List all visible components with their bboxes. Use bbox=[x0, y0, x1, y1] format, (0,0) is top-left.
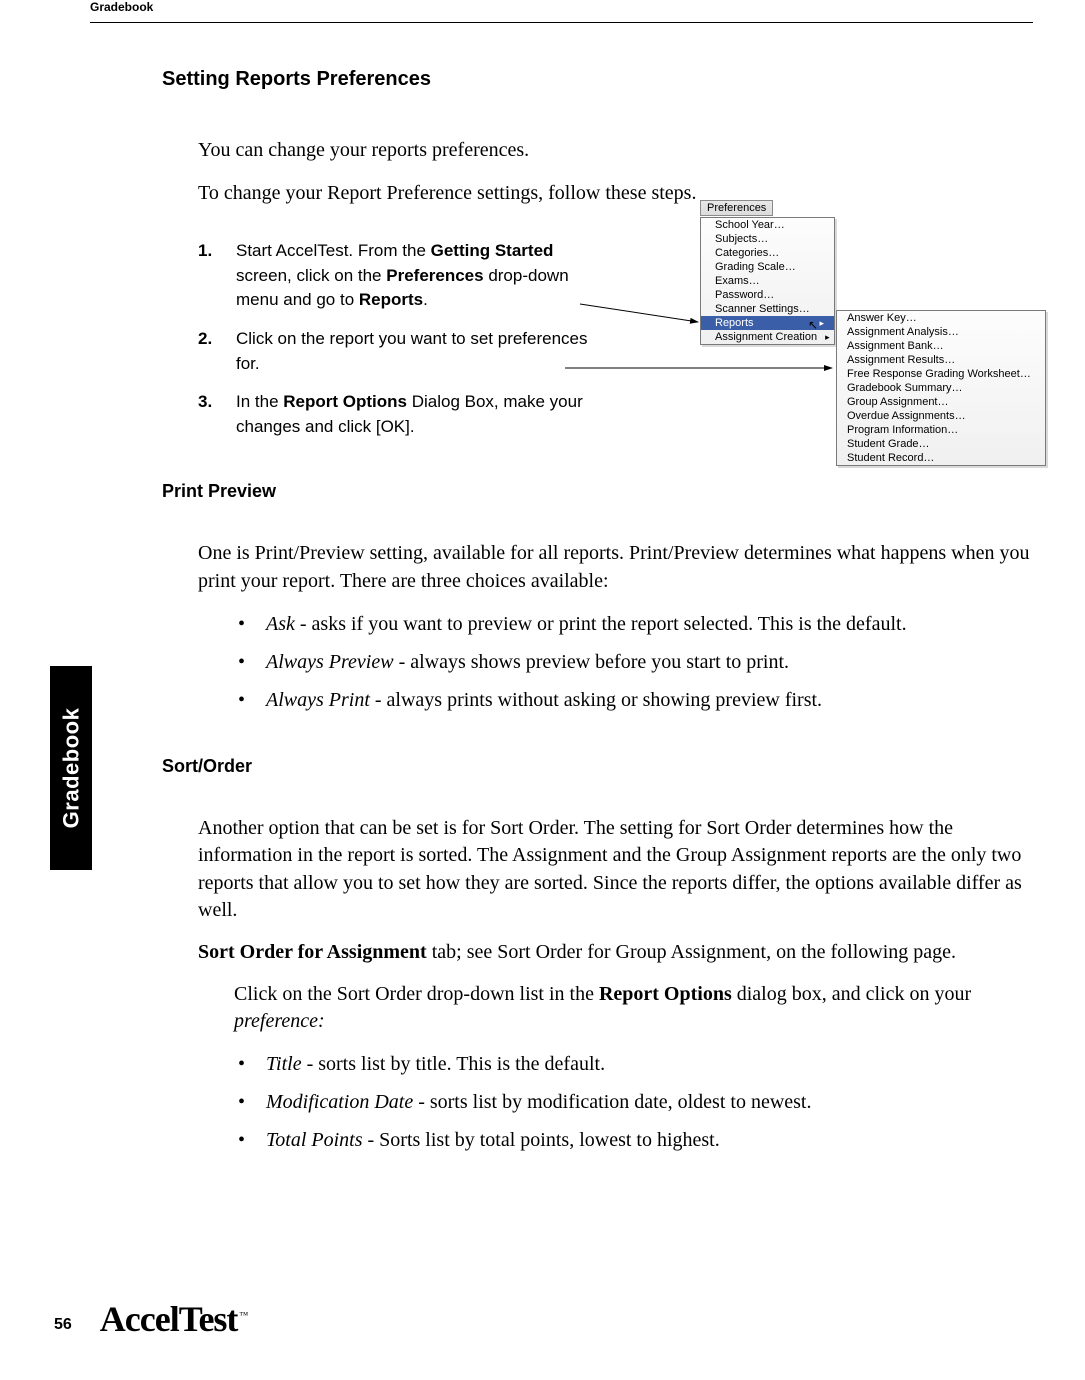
submenu-item: Student Grade… bbox=[837, 437, 1045, 451]
menu-item: Scanner Settings… bbox=[701, 302, 834, 316]
print-preview-bullets: •Ask - asks if you want to preview or pr… bbox=[238, 610, 1033, 714]
list-item: •Ask - asks if you want to preview or pr… bbox=[238, 610, 1033, 638]
menu-item: Password… bbox=[701, 288, 834, 302]
list-item: •Always Print - always prints without as… bbox=[238, 686, 1033, 714]
page-footer: 56 AccelTest™ bbox=[54, 1298, 248, 1340]
submenu-arrow-icon: ▸ bbox=[817, 332, 830, 343]
section-title-setting-reports: Setting Reports Preferences bbox=[162, 68, 1033, 91]
preferences-menu: School Year… Subjects… Categories… Gradi… bbox=[700, 217, 835, 345]
sort-order-bullets: •Title - sorts list by title. This is th… bbox=[238, 1050, 1033, 1154]
submenu-item: Free Response Grading Worksheet… bbox=[837, 367, 1045, 381]
page-number: 56 bbox=[54, 1316, 72, 1334]
list-item: •Always Preview - always shows preview b… bbox=[238, 648, 1033, 676]
list-item: •Modification Date - sorts list by modif… bbox=[238, 1088, 1033, 1116]
step-text: Start AccelTest. From the Getting Starte… bbox=[236, 239, 608, 313]
section-title-print-preview: Print Preview bbox=[162, 481, 1033, 502]
submenu-item: Assignment Analysis… bbox=[837, 325, 1045, 339]
submenu-item: Group Assignment… bbox=[837, 395, 1045, 409]
running-head: Gradebook bbox=[90, 0, 153, 14]
submenu-item: Student Record… bbox=[837, 451, 1045, 465]
menu-item: Subjects… bbox=[701, 232, 834, 246]
step-2: 2. Click on the report you want to set p… bbox=[198, 327, 608, 376]
header-rule bbox=[90, 22, 1033, 23]
reports-submenu: Answer Key… Assignment Analysis… Assignm… bbox=[836, 310, 1046, 466]
step-text: In the Report Options Dialog Box, make y… bbox=[236, 390, 608, 439]
submenu-item: Gradebook Summary… bbox=[837, 381, 1045, 395]
print-preview-paragraph: One is Print/Preview setting, available … bbox=[198, 540, 1033, 595]
trademark-symbol: ™ bbox=[239, 1310, 248, 1320]
preferences-menu-illustration: Preferences School Year… Subjects… Categ… bbox=[700, 200, 835, 345]
submenu-item: Program Information… bbox=[837, 423, 1045, 437]
intro-p2: To change your Report Preference setting… bbox=[198, 180, 1033, 207]
step-number: 1. bbox=[198, 239, 220, 313]
menu-item: Categories… bbox=[701, 246, 834, 260]
steps-list: 1. Start AccelTest. From the Getting Sta… bbox=[198, 239, 608, 439]
menu-item: Exams… bbox=[701, 274, 834, 288]
menu-item-reports: Reports▸ bbox=[701, 316, 834, 330]
step-1: 1. Start AccelTest. From the Getting Sta… bbox=[198, 239, 608, 313]
menu-item: Grading Scale… bbox=[701, 260, 834, 274]
submenu-item: Assignment Results… bbox=[837, 353, 1045, 367]
submenu-item: Overdue Assignments… bbox=[837, 409, 1045, 423]
submenu-item: Answer Key… bbox=[837, 311, 1045, 325]
side-tab: Gradebook bbox=[50, 666, 92, 870]
brand-logo: AccelTest™ bbox=[100, 1298, 248, 1340]
side-tab-label: Gradebook bbox=[58, 708, 84, 829]
intro-p1: You can change your reports preferences. bbox=[198, 137, 1033, 164]
list-item: •Title - sorts list by title. This is th… bbox=[238, 1050, 1033, 1078]
step-number: 2. bbox=[198, 327, 220, 376]
sort-order-p2: Sort Order for Assignment tab; see Sort … bbox=[198, 939, 1033, 967]
step-number: 3. bbox=[198, 390, 220, 439]
section-title-sort-order: Sort/Order bbox=[162, 756, 1033, 777]
submenu-arrow-icon: ▸ bbox=[811, 318, 824, 329]
menu-item-assignment-creation: Assignment Creation▸ bbox=[701, 330, 834, 344]
list-item: •Total Points - Sorts list by total poin… bbox=[238, 1126, 1033, 1154]
sort-order-p1: Another option that can be set is for So… bbox=[198, 815, 1033, 925]
step-3: 3. In the Report Options Dialog Box, mak… bbox=[198, 390, 608, 439]
menu-title: Preferences bbox=[700, 200, 773, 216]
sort-order-p3: Click on the Sort Order drop-down list i… bbox=[234, 981, 1033, 1036]
step-text: Click on the report you want to set pref… bbox=[236, 327, 608, 376]
submenu-item: Assignment Bank… bbox=[837, 339, 1045, 353]
menu-item: School Year… bbox=[701, 218, 834, 232]
